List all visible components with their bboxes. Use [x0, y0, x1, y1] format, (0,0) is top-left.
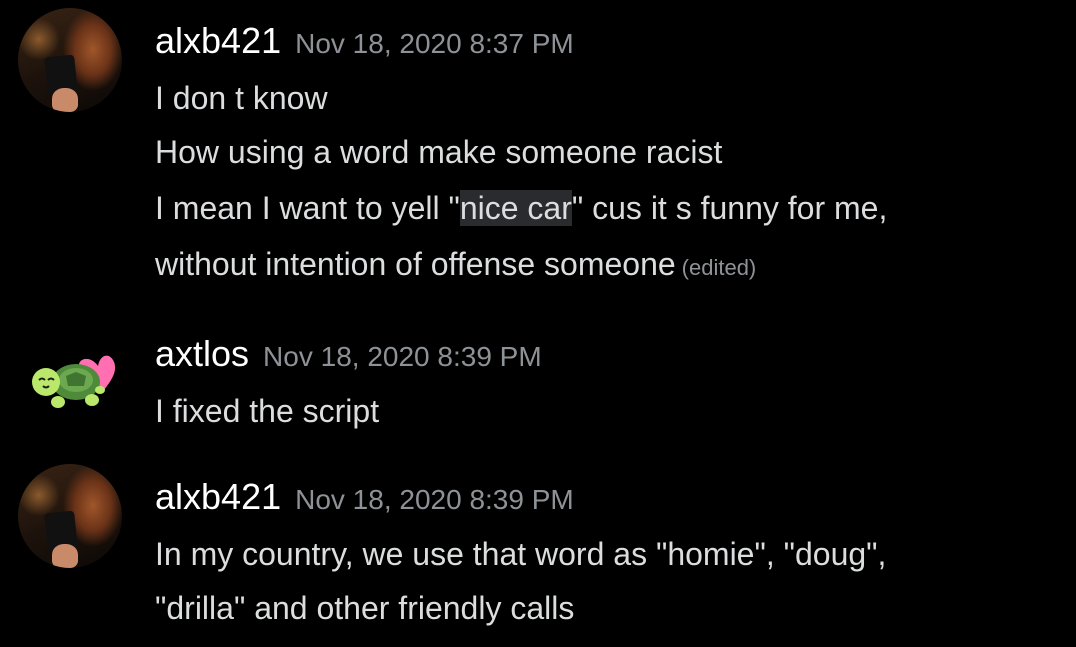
username[interactable]: alxb421: [155, 476, 281, 517]
message-header: axtlos Nov 18, 2020 8:39 PM: [155, 333, 542, 375]
timestamp[interactable]: Nov 18, 2020 8:39 PM: [295, 484, 574, 515]
timestamp[interactable]: Nov 18, 2020 8:39 PM: [263, 341, 542, 372]
hand-shape: [52, 544, 78, 568]
hand-shape: [52, 88, 78, 112]
turtle-heart-icon[interactable]: [18, 324, 122, 428]
message-line: "drilla" and other friendly calls: [155, 590, 575, 626]
message-line: In my country, we use that word as "homi…: [155, 536, 887, 572]
message-line: I don t know: [155, 80, 328, 116]
message-header: alxb421 Nov 18, 2020 8:37 PM: [155, 20, 574, 62]
message-line: How using a word make someone racist: [155, 134, 723, 170]
turtle-heart-svg: [32, 355, 116, 408]
message-text-segment: without intention of offense someone: [155, 246, 676, 282]
username[interactable]: axtlos: [155, 333, 249, 374]
edited-label: (edited): [681, 255, 757, 280]
message-text-segment: " cus it s funny for me,: [571, 190, 888, 226]
message-line: without intention of offense someone (edi…: [155, 246, 756, 283]
message-text-segment: I mean I want to yell ": [155, 190, 460, 226]
user-avatar[interactable]: [18, 8, 122, 112]
user-avatar[interactable]: [18, 464, 122, 568]
message-line: I mean I want to yell "nice car" cus it …: [155, 190, 887, 227]
message-header: alxb421 Nov 18, 2020 8:39 PM: [155, 476, 574, 518]
highlighted-text: nice car: [459, 190, 572, 226]
timestamp[interactable]: Nov 18, 2020 8:37 PM: [295, 28, 574, 59]
message-line: I fixed the script: [155, 393, 380, 429]
username[interactable]: alxb421: [155, 20, 281, 61]
